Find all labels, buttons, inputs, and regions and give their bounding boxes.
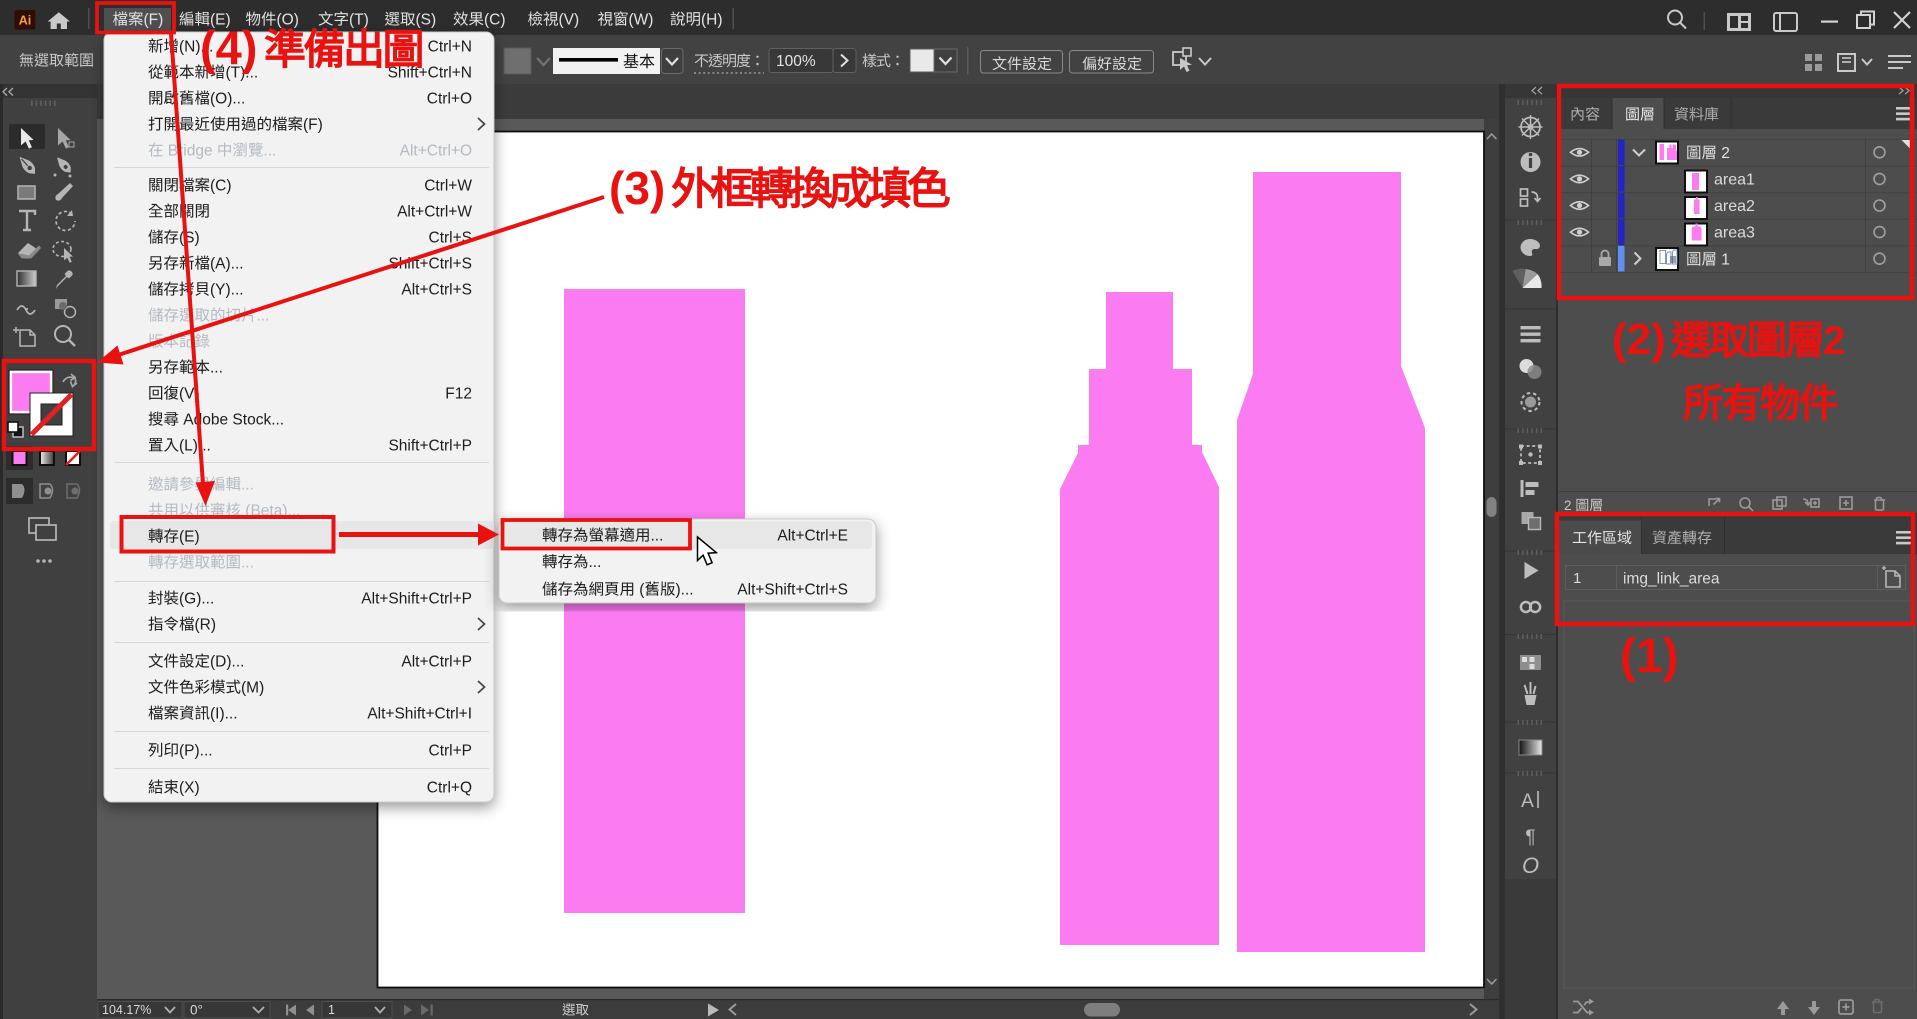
svg-text:Bridge: Bridge [164,143,217,160]
svg-text:Ctrl+P: Ctrl+P [429,743,473,760]
svg-text:(O)...: (O)... [210,91,245,108]
svg-text:...: ... [241,555,254,572]
svg-text:(S): (S) [179,230,200,247]
svg-text:(C): (C) [210,178,232,195]
svg-text:...: ... [263,143,276,160]
svg-text:(4): (4) [200,21,257,74]
svg-text:Ctrl+Q: Ctrl+Q [427,780,472,797]
svg-text:area3: area3 [1714,225,1755,242]
svg-text:(L)...: (L)... [179,438,211,455]
svg-text:(F): (F) [303,117,323,134]
svg-text:Alt+Ctrl+P: Alt+Ctrl+P [401,654,472,671]
svg-text:(G)...: (G)... [179,591,214,608]
svg-text:img_link_area: img_link_area [1623,571,1720,588]
svg-text:O: O [1522,853,1539,878]
svg-text:104.17%: 104.17% [102,1003,151,1017]
svg-text:(X): (X) [179,780,200,797]
svg-text:Alt+Shift+Ctrl+S: Alt+Shift+Ctrl+S [737,582,848,599]
svg-text:(3): (3) [609,162,665,214]
svg-text:(V): (V) [559,12,580,29]
svg-text:¶: ¶ [1525,827,1535,848]
svg-text:(F): (F) [144,12,164,29]
svg-text:(1): (1) [1620,630,1679,683]
svg-text:Shift+Ctrl+P: Shift+Ctrl+P [388,438,472,455]
svg-text:(D)...: (D)... [210,654,244,671]
svg-text:...: ... [589,554,602,571]
svg-text:(C): (C) [484,12,506,29]
svg-text:Ctrl+W: Ctrl+W [424,178,472,195]
svg-text:Alt+Ctrl+S: Alt+Ctrl+S [401,282,472,299]
svg-text:2: 2 [1823,319,1845,363]
svg-text:Alt+Shift+Ctrl+I: Alt+Shift+Ctrl+I [367,706,472,723]
svg-text:1: 1 [1573,570,1581,587]
svg-text:2: 2 [1564,498,1575,513]
svg-text:(2): (2) [1612,315,1666,364]
svg-text:area1: area1 [1714,172,1755,189]
svg-text:Ctrl+N: Ctrl+N [428,39,472,56]
svg-text:Adobe Stock...: Adobe Stock... [179,412,284,429]
svg-text:Shift+Ctrl+N: Shift+Ctrl+N [388,65,472,82]
svg-text:100%: 100% [776,53,816,70]
svg-text:(M): (M) [241,680,264,697]
svg-text:Alt+Ctrl+W: Alt+Ctrl+W [397,204,472,221]
svg-text:Alt+Ctrl+E: Alt+Ctrl+E [777,528,848,545]
svg-text:(S): (S) [416,12,437,29]
svg-text:...: ... [210,360,223,377]
svg-text:1: 1 [1717,252,1730,269]
svg-text:Ai: Ai [19,14,32,28]
svg-text:(H): (H) [701,12,723,29]
svg-text:(R): (R) [195,617,217,634]
svg-text:(Y)...: (Y)... [210,282,244,299]
svg-text:Alt+Shift+Ctrl+P: Alt+Shift+Ctrl+P [361,591,472,608]
svg-text:(I)...: (I)... [210,706,238,723]
svg-text:(O): (O) [277,12,299,29]
svg-text:(T): (T) [349,12,369,29]
svg-text:0°: 0° [190,1003,203,1018]
svg-text:area2: area2 [1714,198,1755,215]
svg-text:(P)...: (P)... [179,743,213,760]
svg-text:(A)...: (A)... [210,256,244,273]
svg-text:(W): (W) [629,12,654,29]
svg-text:2: 2 [1717,145,1730,162]
svg-text:...: ... [241,477,254,494]
svg-text:Ctrl+O: Ctrl+O [427,91,472,108]
svg-text:(: ( [635,582,645,599]
svg-text:F12: F12 [445,386,472,403]
svg-text:A: A [1521,791,1534,812]
svg-text:(E): (E) [179,529,200,546]
svg-text:Alt+Ctrl+O: Alt+Ctrl+O [400,143,472,160]
svg-text:)...: )... [676,582,694,599]
svg-text:...: ... [651,528,664,545]
svg-text:1: 1 [328,1003,335,1017]
